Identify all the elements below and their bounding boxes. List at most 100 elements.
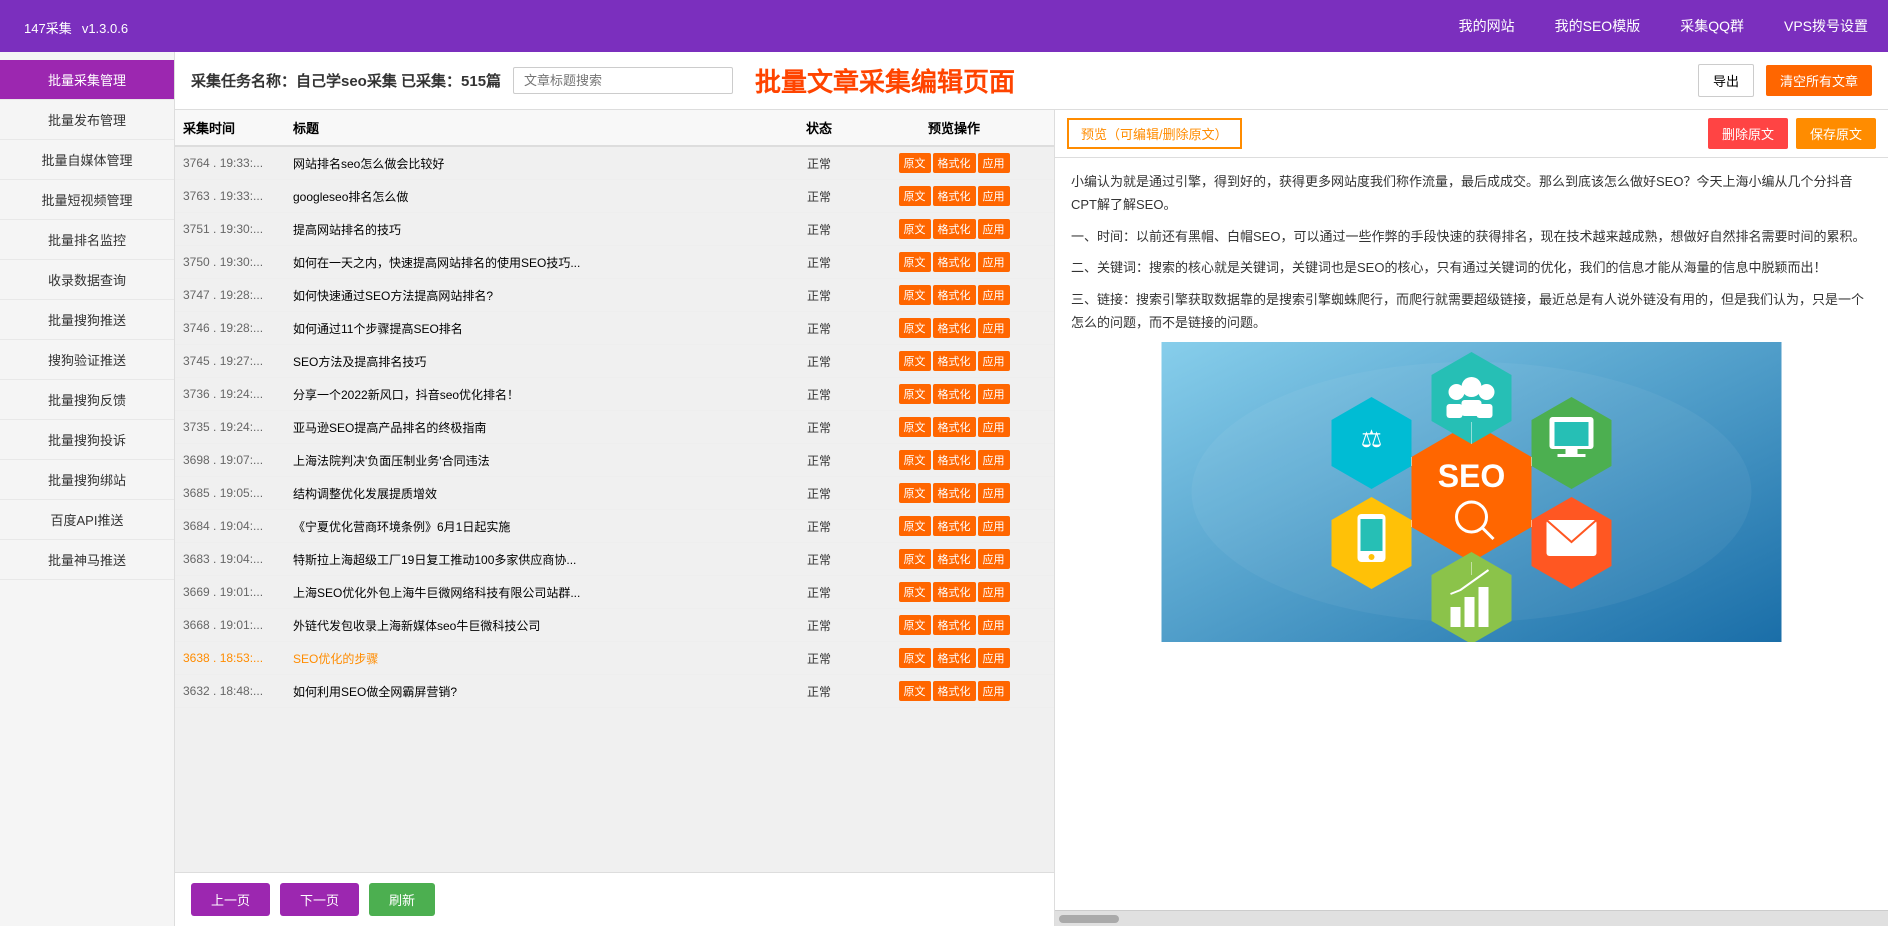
search-input[interactable] [513, 67, 733, 94]
cell-action: 原文 格式化 应用 [854, 318, 1054, 338]
sidebar-item-record[interactable]: 收录数据查询 [0, 260, 174, 300]
horizontal-scrollbar[interactable] [1055, 910, 1888, 926]
action-original-button[interactable]: 原文 [899, 318, 931, 338]
nav-qq-group[interactable]: 采集QQ群 [1680, 16, 1744, 36]
table-row[interactable]: 3685 . 19:05:... 结构调整优化发展提质增效 正常 原文 格式化 … [175, 477, 1054, 510]
action-format-button[interactable]: 格式化 [933, 582, 976, 602]
table-row[interactable]: 3684 . 19:04:... 《宁夏优化营商环境条例》6月1日起实施 正常 … [175, 510, 1054, 543]
action-original-button[interactable]: 原文 [899, 483, 931, 503]
prev-page-button[interactable]: 上一页 [191, 883, 270, 916]
action-apply-button[interactable]: 应用 [978, 549, 1010, 569]
table-row[interactable]: 3668 . 19:01:... 外链代发包收录上海新媒体seo牛巨微科技公司 … [175, 609, 1054, 642]
cell-action: 原文 格式化 应用 [854, 153, 1054, 173]
action-apply-button[interactable]: 应用 [978, 285, 1010, 305]
action-apply-button[interactable]: 应用 [978, 516, 1010, 536]
action-original-button[interactable]: 原文 [899, 417, 931, 437]
action-original-button[interactable]: 原文 [899, 681, 931, 701]
sidebar-item-shenma[interactable]: 批量神马推送 [0, 540, 174, 580]
table-row[interactable]: 3746 . 19:28:... 如何通过11个步骤提高SEO排名 正常 原文 … [175, 312, 1054, 345]
action-original-button[interactable]: 原文 [899, 219, 931, 239]
sidebar-item-sogou-push[interactable]: 批量搜狗推送 [0, 300, 174, 340]
action-format-button[interactable]: 格式化 [933, 285, 976, 305]
page-title: 批量文章采集编辑页面 [755, 62, 1686, 99]
action-original-button[interactable]: 原文 [899, 285, 931, 305]
action-original-button[interactable]: 原文 [899, 648, 931, 668]
delete-original-button[interactable]: 删除原文 [1708, 118, 1788, 149]
table-row[interactable]: 3763 . 19:33:... googleseo排名怎么做 正常 原文 格式… [175, 180, 1054, 213]
sidebar-item-rank[interactable]: 批量排名监控 [0, 220, 174, 260]
action-apply-button[interactable]: 应用 [978, 318, 1010, 338]
sidebar-item-media[interactable]: 批量自媒体管理 [0, 140, 174, 180]
table-row[interactable]: 3632 . 18:48:... 如何利用SEO做全网霸屏营销? 正常 原文 格… [175, 675, 1054, 708]
table-row[interactable]: 3751 . 19:30:... 提高网站排名的技巧 正常 原文 格式化 应用 [175, 213, 1054, 246]
action-format-button[interactable]: 格式化 [933, 153, 976, 173]
action-format-button[interactable]: 格式化 [933, 186, 976, 206]
nav-seo-template[interactable]: 我的SEO模版 [1555, 16, 1641, 36]
action-format-button[interactable]: 格式化 [933, 252, 976, 272]
action-apply-button[interactable]: 应用 [978, 384, 1010, 404]
action-apply-button[interactable]: 应用 [978, 648, 1010, 668]
table-row[interactable]: 3747 . 19:28:... 如何快速通过SEO方法提高网站排名? 正常 原… [175, 279, 1054, 312]
clear-button[interactable]: 清空所有文章 [1766, 65, 1872, 96]
action-format-button[interactable]: 格式化 [933, 318, 976, 338]
action-apply-button[interactable]: 应用 [978, 351, 1010, 371]
action-format-button[interactable]: 格式化 [933, 417, 976, 437]
action-original-button[interactable]: 原文 [899, 351, 931, 371]
action-format-button[interactable]: 格式化 [933, 219, 976, 239]
action-apply-button[interactable]: 应用 [978, 483, 1010, 503]
table-row[interactable]: 3764 . 19:33:... 网站排名seo怎么做会比较好 正常 原文 格式… [175, 147, 1054, 180]
action-apply-button[interactable]: 应用 [978, 417, 1010, 437]
table-row[interactable]: 3735 . 19:24:... 亚马逊SEO提高产品排名的终极指南 正常 原文… [175, 411, 1054, 444]
sidebar-item-shortvideo[interactable]: 批量短视频管理 [0, 180, 174, 220]
save-original-button[interactable]: 保存原文 [1796, 118, 1876, 149]
export-button[interactable]: 导出 [1698, 64, 1754, 97]
table-row[interactable]: 3750 . 19:30:... 如何在一天之内，快速提高网站排名的使用SEO技… [175, 246, 1054, 279]
action-format-button[interactable]: 格式化 [933, 483, 976, 503]
action-apply-button[interactable]: 应用 [978, 450, 1010, 470]
action-apply-button[interactable]: 应用 [978, 615, 1010, 635]
sidebar-item-sogou-feedback[interactable]: 批量搜狗反馈 [0, 380, 174, 420]
sidebar-item-sogou-verify[interactable]: 搜狗验证推送 [0, 340, 174, 380]
action-format-button[interactable]: 格式化 [933, 516, 976, 536]
action-apply-button[interactable]: 应用 [978, 681, 1010, 701]
refresh-button[interactable]: 刷新 [369, 883, 435, 916]
action-original-button[interactable]: 原文 [899, 252, 931, 272]
action-apply-button[interactable]: 应用 [978, 186, 1010, 206]
action-original-button[interactable]: 原文 [899, 549, 931, 569]
action-format-button[interactable]: 格式化 [933, 450, 976, 470]
sidebar-item-collect[interactable]: 批量采集管理 [0, 60, 174, 100]
action-apply-button[interactable]: 应用 [978, 153, 1010, 173]
action-original-button[interactable]: 原文 [899, 582, 931, 602]
preview-content[interactable]: 小编认为就是通过引擎，得到好的，获得更多网站度我们称作流量，最后成成交。那么到底… [1055, 158, 1888, 910]
action-format-button[interactable]: 格式化 [933, 549, 976, 569]
table-row[interactable]: 3736 . 19:24:... 分享一个2022新风口，抖音seo优化排名！ … [175, 378, 1054, 411]
action-format-button[interactable]: 格式化 [933, 681, 976, 701]
nav-my-site[interactable]: 我的网站 [1459, 16, 1515, 36]
action-apply-button[interactable]: 应用 [978, 582, 1010, 602]
sidebar-item-sogou-complaint[interactable]: 批量搜狗投诉 [0, 420, 174, 460]
nav-vps-settings[interactable]: VPS拨号设置 [1784, 16, 1868, 36]
action-format-button[interactable]: 格式化 [933, 615, 976, 635]
action-original-button[interactable]: 原文 [899, 450, 931, 470]
cell-title: 如何利用SEO做全网霸屏营销? [285, 683, 784, 700]
table-row[interactable]: 3698 . 19:07:... 上海法院判决'负面压制业务'合同违法 正常 原… [175, 444, 1054, 477]
action-apply-button[interactable]: 应用 [978, 252, 1010, 272]
table-row[interactable]: 3745 . 19:27:... SEO方法及提高排名技巧 正常 原文 格式化 … [175, 345, 1054, 378]
action-original-button[interactable]: 原文 [899, 384, 931, 404]
cell-status: 正常 [784, 419, 854, 436]
action-format-button[interactable]: 格式化 [933, 351, 976, 371]
table-row[interactable]: 3669 . 19:01:... 上海SEO优化外包上海牛巨微网络科技有限公司站… [175, 576, 1054, 609]
action-original-button[interactable]: 原文 [899, 516, 931, 536]
action-original-button[interactable]: 原文 [899, 186, 931, 206]
action-format-button[interactable]: 格式化 [933, 648, 976, 668]
action-original-button[interactable]: 原文 [899, 615, 931, 635]
next-page-button[interactable]: 下一页 [280, 883, 359, 916]
sidebar-item-baidu-api[interactable]: 百度API推送 [0, 500, 174, 540]
table-row[interactable]: 3638 . 18:53:... SEO优化的步骤 正常 原文 格式化 应用 [175, 642, 1054, 675]
action-apply-button[interactable]: 应用 [978, 219, 1010, 239]
table-row[interactable]: 3683 . 19:04:... 特斯拉上海超级工厂19日复工推动100多家供应… [175, 543, 1054, 576]
sidebar-item-sogou-bind[interactable]: 批量搜狗绑站 [0, 460, 174, 500]
action-format-button[interactable]: 格式化 [933, 384, 976, 404]
sidebar-item-publish[interactable]: 批量发布管理 [0, 100, 174, 140]
action-original-button[interactable]: 原文 [899, 153, 931, 173]
